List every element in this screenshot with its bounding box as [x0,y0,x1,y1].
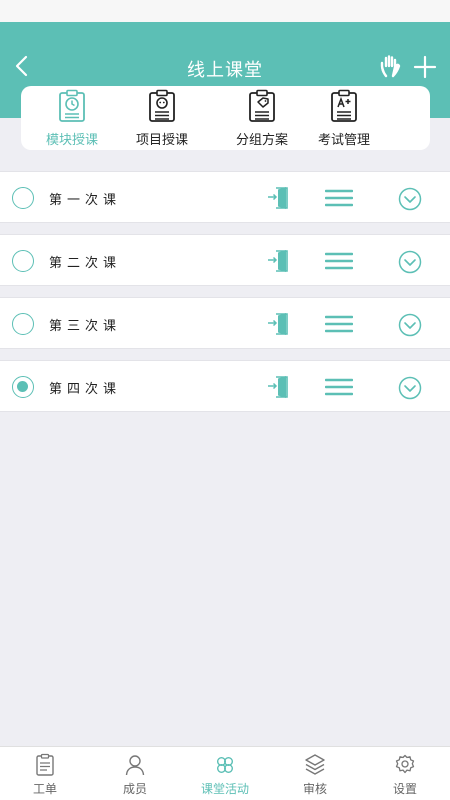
radio-button[interactable] [12,313,34,335]
tab-label: 项目授课 [135,133,188,148]
tab-label: 模块授课 [45,133,98,148]
clipboard-tag-icon [249,89,275,122]
nav-label: 审核 [302,782,327,796]
clipboard-face-icon [149,89,175,122]
nav-item-review[interactable]: 审核 [270,747,360,800]
gear-icon [395,754,415,774]
clipboard-icon [36,753,54,776]
status-bar [0,0,450,22]
nav-item-work-order[interactable]: 工单 [0,747,90,800]
radio-button-selected[interactable] [12,376,34,398]
lesson-row[interactable]: 第三次课 [0,297,450,349]
menu-icon[interactable] [325,314,353,334]
menu-icon[interactable] [325,251,353,271]
bottom-nav: 工单 成员 课堂活动 审核 设置 [0,746,450,800]
chevron-down-icon[interactable] [398,376,422,400]
chevron-down-icon[interactable] [398,313,422,337]
lesson-row[interactable]: 第四次课 [0,360,450,412]
layers-icon [305,754,325,775]
clipboard-grade-icon [331,89,357,122]
lesson-label: 第一次课 [49,193,122,208]
tab-label: 分组方案 [235,133,288,148]
radio-button[interactable] [12,250,34,272]
nav-label: 设置 [392,782,417,796]
door-enter-icon[interactable] [266,311,290,337]
nav-label: 工单 [32,782,57,796]
tab-group-plan[interactable]: 分组方案 [217,86,307,150]
lesson-label: 第三次课 [49,319,122,334]
lesson-row[interactable]: 第一次课 [0,171,450,223]
menu-icon[interactable] [325,188,353,208]
plus-icon[interactable] [412,54,438,80]
lesson-row[interactable]: 第二次课 [0,234,450,286]
clipboard-clock-icon [59,89,85,122]
tab-bar: 模块授课 项目授课 分组方案 考试管理 [21,86,430,150]
tab-exam-management[interactable]: 考试管理 [299,86,389,150]
nav-label: 成员 [122,782,147,796]
lesson-label: 第二次课 [49,256,122,271]
door-enter-icon[interactable] [266,374,290,400]
radio-button[interactable] [12,187,34,209]
tab-module-teaching[interactable]: 模块授课 [27,86,117,150]
tab-project-teaching[interactable]: 项目授课 [117,86,207,150]
door-enter-icon[interactable] [266,185,290,211]
person-icon [125,755,145,776]
four-petal-icon [217,756,233,773]
chevron-down-icon[interactable] [398,187,422,211]
nav-item-settings[interactable]: 设置 [360,747,450,800]
chevron-down-icon[interactable] [398,250,422,274]
menu-icon[interactable] [325,377,353,397]
door-enter-icon[interactable] [266,248,290,274]
lesson-label: 第四次课 [49,382,122,397]
nav-label: 课堂活动 [200,782,249,796]
nav-item-members[interactable]: 成员 [90,747,180,800]
tab-label: 考试管理 [317,133,370,148]
hand-icon[interactable] [378,54,404,78]
nav-item-class-activity[interactable]: 课堂活动 [180,747,270,800]
